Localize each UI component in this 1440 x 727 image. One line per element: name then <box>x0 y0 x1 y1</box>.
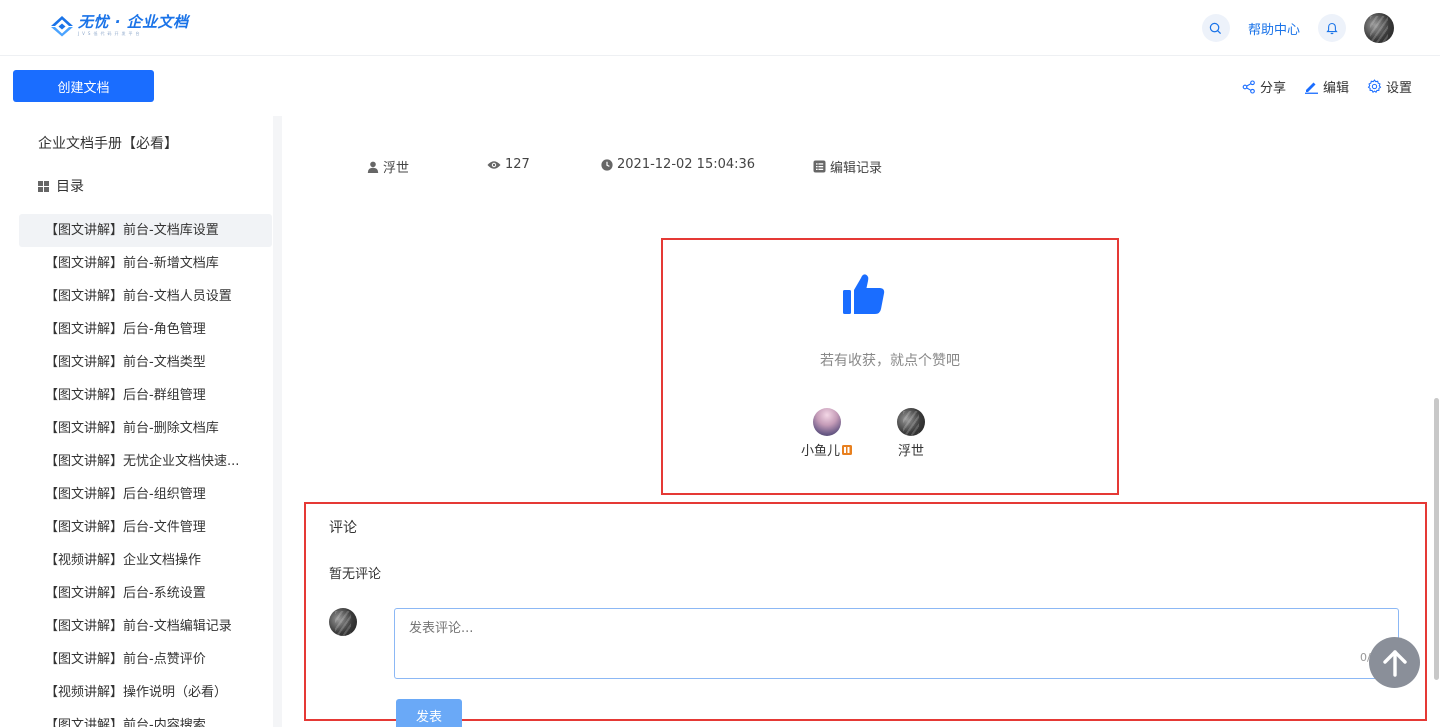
doc-sidebar: 企业文档手册【必看】 目录 【图文讲解】前台-文档库设置 【图文讲解】前台-新增文… <box>0 116 282 727</box>
like-section: 若有收获，就点个赞吧 小鱼儿 浮世 <box>661 238 1119 495</box>
edit-history-label: 编辑记录 <box>830 161 883 176</box>
publish-datetime: 2021-12-02 15:04:36 <box>617 157 756 172</box>
edit-label: 编辑 <box>1322 81 1349 96</box>
liker-avatar <box>897 408 925 436</box>
notifications-button[interactable] <box>1318 14 1346 42</box>
toc-header: 目录 <box>38 176 84 196</box>
toc-item[interactable]: 【图文讲解】前台-文档编辑记录 <box>19 610 272 643</box>
toc-item[interactable]: 【图文讲解】前台-删除文档库 <box>19 412 272 445</box>
share-label: 分享 <box>1259 81 1286 96</box>
toc-label: 目录 <box>56 179 84 195</box>
search-icon <box>1210 22 1222 34</box>
gear-icon <box>1367 79 1382 93</box>
liker-item[interactable]: 浮世 <box>897 408 925 459</box>
back-to-top-button[interactable] <box>1369 637 1420 688</box>
meta-datetime: 2021-12-02 15:04:36 <box>601 157 755 172</box>
toc-item[interactable]: 【图文讲解】前台-内容搜索 <box>19 709 272 727</box>
app-logo[interactable]: 无忧 · 企业文档 JVS低代码开发平台 <box>50 14 189 37</box>
liker-name: 浮世 <box>897 444 924 459</box>
thumbs-up-icon <box>843 274 885 314</box>
logo-subtitle: JVS低代码开发平台 <box>78 31 143 36</box>
toc-item[interactable]: 【图文讲解】后台-组织管理 <box>19 478 272 511</box>
bell-icon <box>1326 22 1338 34</box>
grid-icon <box>38 180 49 192</box>
arrow-up-icon <box>1382 649 1407 677</box>
meta-author: 浮世 <box>367 157 409 176</box>
share-button[interactable]: 分享 <box>1242 77 1286 96</box>
document-actions: 分享 编辑 设置 <box>1224 77 1412 96</box>
search-button[interactable] <box>1201 14 1230 42</box>
settings-label: 设置 <box>1385 81 1412 96</box>
eye-icon <box>487 160 501 169</box>
top-header: 无忧 · 企业文档 JVS低代码开发平台 帮助中心 <box>0 0 1440 56</box>
toc-item[interactable]: 【图文讲解】前台-文档类型 <box>19 346 272 379</box>
share-icon <box>1242 79 1255 94</box>
toc-list: 【图文讲解】前台-文档库设置 【图文讲解】前台-新增文档库 【图文讲解】前台-文档人… <box>19 214 272 727</box>
manual-title[interactable]: 企业文档手册【必看】 <box>38 133 178 153</box>
no-comments-text: 暂无评论 <box>329 567 382 582</box>
list-icon <box>813 160 826 173</box>
toc-item[interactable]: 【图文讲解】无忧企业文档快速... <box>19 445 272 478</box>
toc-item[interactable]: 【图文讲解】后台-群组管理 <box>19 379 272 412</box>
comments-title: 评论 <box>329 520 357 536</box>
toc-item[interactable]: 【图文讲解】后台-角色管理 <box>19 313 272 346</box>
toc-item[interactable]: 【视频讲解】企业文档操作 <box>19 544 272 577</box>
user-avatar[interactable] <box>1364 13 1394 43</box>
commenter-avatar <box>329 608 357 636</box>
settings-button[interactable]: 设置 <box>1367 77 1412 96</box>
comments-section: 评论 暂无评论 0/ 发表 <box>304 502 1427 727</box>
toc-item[interactable]: 【图文讲解】前台-文档人员设置 <box>19 280 272 313</box>
liker-item[interactable]: 小鱼儿 <box>801 408 853 459</box>
like-prompt: 若有收获，就点个赞吧 <box>820 353 960 369</box>
toc-item[interactable]: 【图文讲解】前台-点赞评价 <box>19 643 272 676</box>
comment-input[interactable] <box>394 608 1399 679</box>
toc-item[interactable]: 【图文讲解】后台-系统设置 <box>19 577 272 610</box>
logo-text: 无忧 · 企业文档 <box>78 13 189 31</box>
page-scrollbar[interactable] <box>1434 398 1439 680</box>
edit-history-link[interactable]: 编辑记录 <box>813 157 882 176</box>
toc-item[interactable]: 【图文讲解】前台-新增文档库 <box>19 247 272 280</box>
clock-icon <box>601 158 613 171</box>
toc-item[interactable]: 【图文讲解】前台-文档库设置 <box>19 214 272 247</box>
author-name: 浮世 <box>383 161 410 176</box>
like-button[interactable] <box>843 272 887 320</box>
logo-mark-icon <box>50 15 74 37</box>
help-center-link[interactable]: 帮助中心 <box>1248 19 1300 38</box>
pencil-icon <box>1304 82 1318 94</box>
badge-icon <box>842 445 853 455</box>
liker-avatar <box>813 408 841 436</box>
post-comment-button[interactable]: 发表 <box>396 699 462 727</box>
user-icon <box>367 161 379 173</box>
create-document-button[interactable]: 创建文档 <box>13 70 154 102</box>
view-count: 127 <box>505 157 530 172</box>
liker-name: 小鱼儿 <box>801 440 853 459</box>
meta-views: 127 <box>487 157 530 172</box>
toc-item[interactable]: 【图文讲解】后台-文件管理 <box>19 511 272 544</box>
toc-item[interactable]: 【视频讲解】操作说明（必看） <box>19 676 272 709</box>
edit-button[interactable]: 编辑 <box>1304 77 1349 96</box>
